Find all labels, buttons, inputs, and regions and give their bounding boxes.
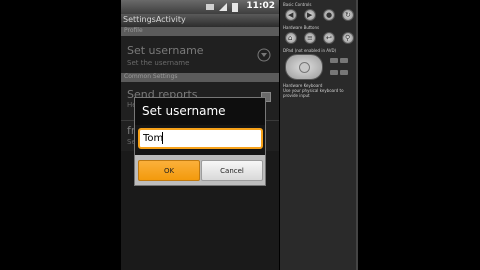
keyboard-hint: Use your physical keyboard to provide in…	[283, 88, 344, 98]
cancel-button[interactable]: Cancel	[201, 160, 263, 181]
menu-button[interactable]: ≡	[304, 32, 316, 44]
emulator-control-panel: Basic Controls ◀ ▶ ● ↻ Hardware Buttons …	[280, 0, 358, 270]
call-key[interactable]	[330, 58, 338, 63]
dialog-title-bar: Set username	[135, 98, 265, 125]
category-label: Common Settings	[124, 73, 178, 80]
volume-down-button[interactable]: ◀	[285, 9, 297, 21]
dpad-control[interactable]	[285, 54, 323, 80]
basic-controls-label: Basic Controls	[283, 2, 312, 7]
back-icon: ↩	[326, 34, 332, 42]
category-profile: Profile	[121, 27, 279, 36]
menu-icon: ≡	[307, 34, 313, 42]
network-icon	[206, 4, 214, 10]
dpad-label: DPad (not enabled in AVD)	[283, 48, 337, 53]
dpad-center-button[interactable]	[299, 62, 310, 73]
status-bar: 11:02	[121, 0, 279, 14]
status-time: 11:02	[246, 1, 275, 11]
dropdown-arrow-icon	[257, 48, 271, 62]
search-button[interactable]: ⚲	[342, 32, 354, 44]
home-button[interactable]: ⌂	[285, 32, 297, 44]
back-button[interactable]: ↩	[323, 32, 335, 44]
emulator-window: 11:02 SettingsActivity Profile Set usern…	[0, 0, 480, 270]
rotate-button[interactable]: ↻	[342, 9, 354, 21]
username-input[interactable]	[138, 128, 263, 149]
extra-key[interactable]	[340, 70, 348, 75]
activity-title-bar: SettingsActivity	[121, 14, 279, 27]
set-username-dialog: Set username OK Cancel	[134, 97, 266, 186]
pref-set-username[interactable]: Set username Set the username	[121, 36, 279, 73]
category-label: Profile	[124, 27, 143, 34]
power-button[interactable]: ●	[323, 9, 335, 21]
pref-summary: Set the username	[127, 59, 190, 67]
dialog-button-bar: OK Cancel	[135, 155, 265, 185]
dialog-body	[135, 125, 265, 155]
dialog-title: Set username	[142, 104, 226, 118]
category-common-settings: Common Settings	[121, 73, 279, 82]
camera-key[interactable]	[330, 70, 338, 75]
search-icon: ⚲	[345, 34, 351, 42]
signal-icon	[219, 3, 227, 11]
power-icon: ●	[326, 11, 333, 19]
panel-divider	[356, 0, 358, 270]
rotate-icon: ↻	[345, 11, 351, 19]
volume-up-icon: ▶	[307, 11, 313, 19]
ok-button[interactable]: OK	[138, 160, 200, 181]
end-call-key[interactable]	[340, 58, 348, 63]
hardware-buttons-label: Hardware Buttons	[283, 25, 320, 30]
device-screen: 11:02 SettingsActivity Profile Set usern…	[121, 0, 279, 270]
battery-icon	[232, 3, 238, 12]
text-cursor	[162, 132, 163, 144]
pref-title: Set username	[127, 44, 204, 57]
volume-up-button[interactable]: ▶	[304, 9, 316, 21]
volume-down-icon: ◀	[288, 11, 294, 19]
activity-title: SettingsActivity	[123, 15, 186, 24]
home-icon: ⌂	[288, 34, 293, 42]
